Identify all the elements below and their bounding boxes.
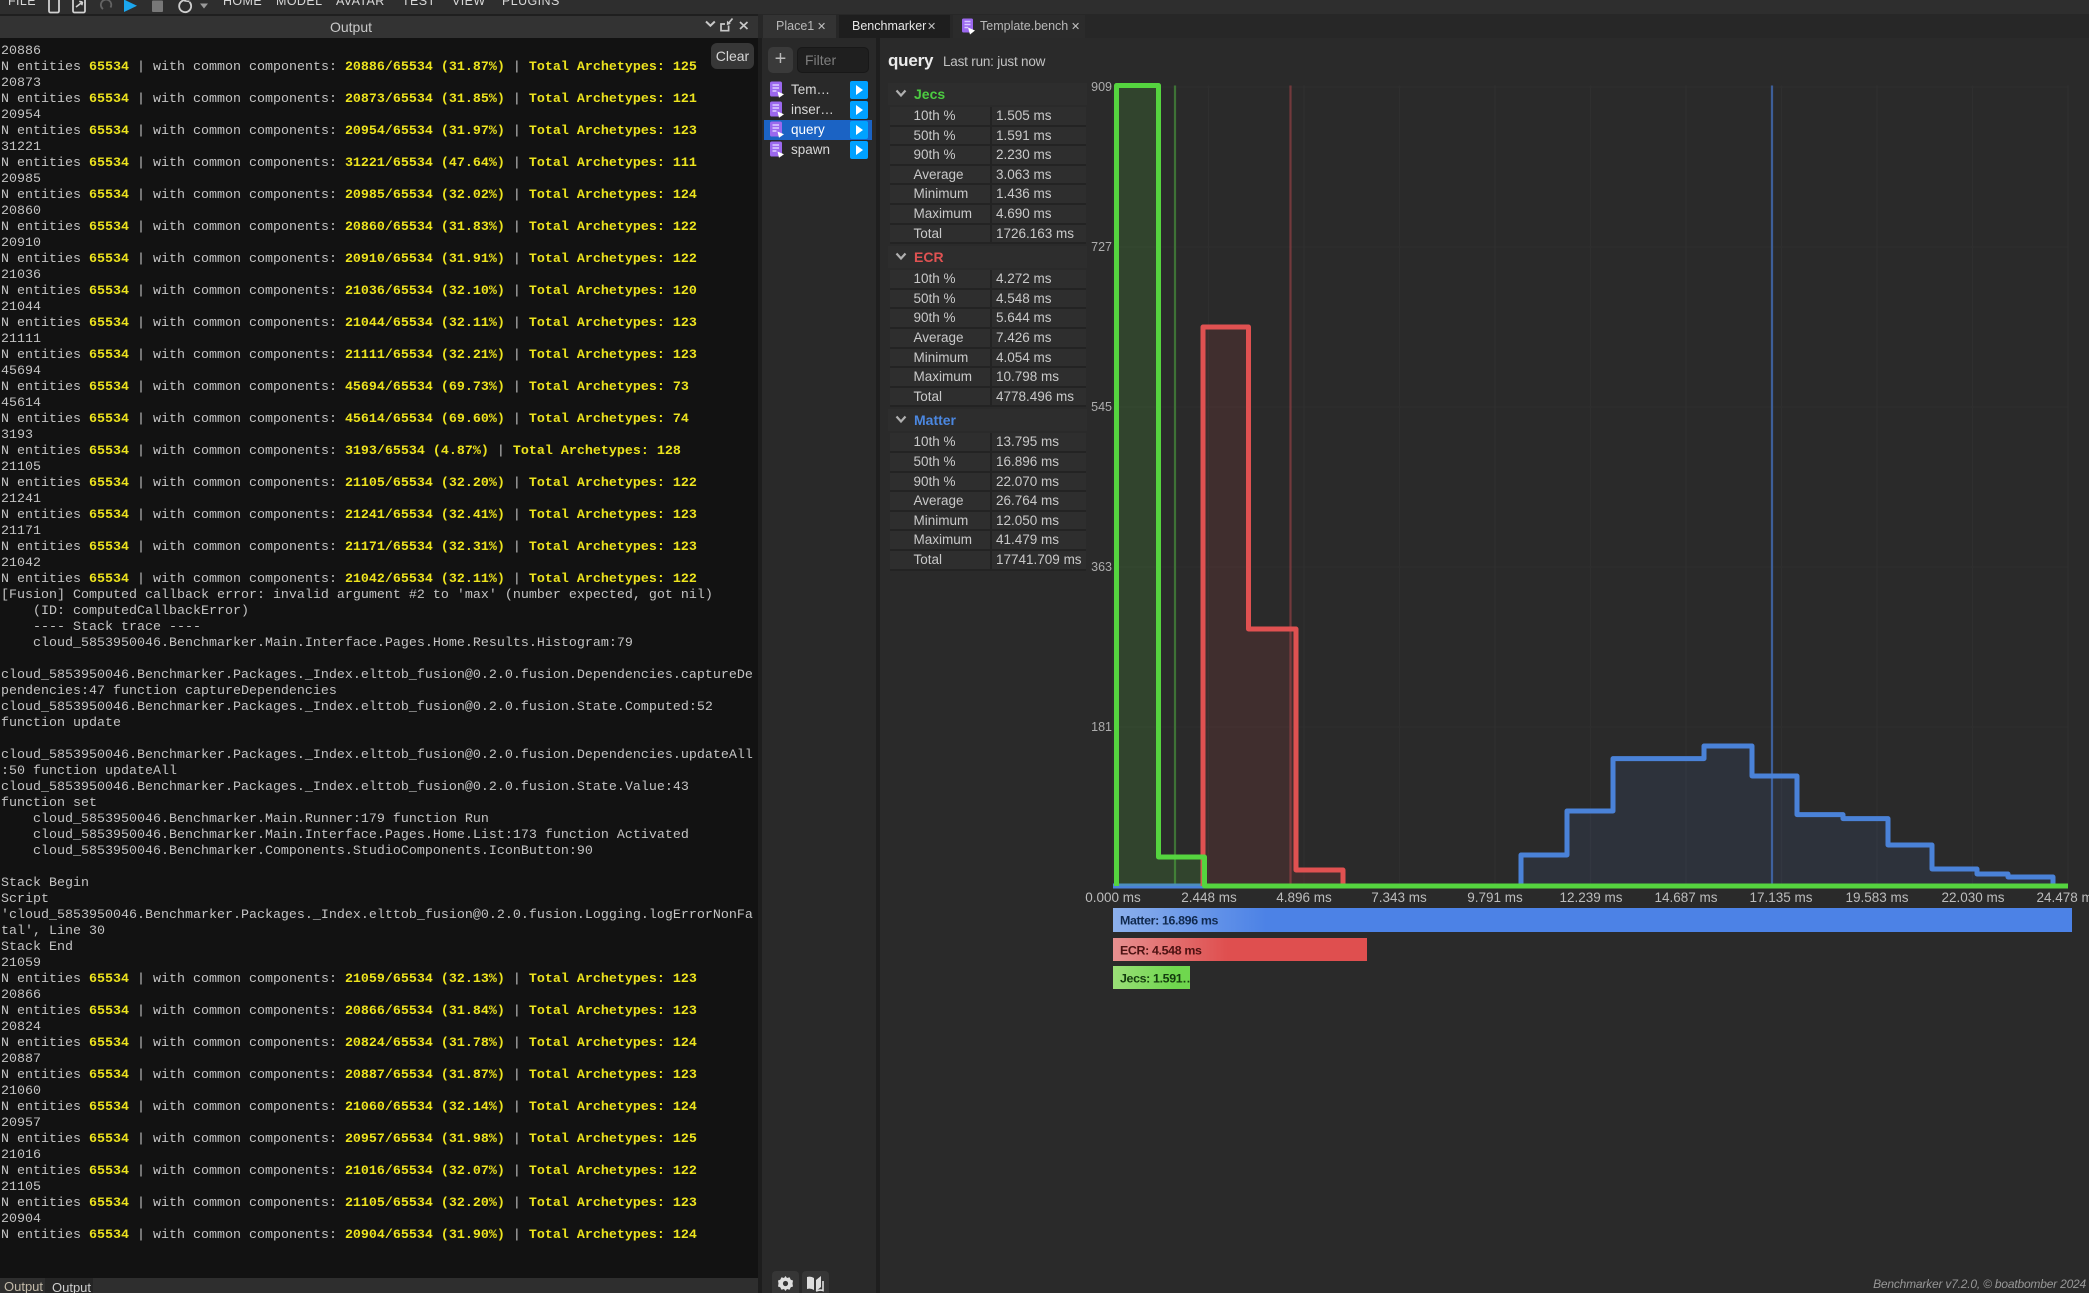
svg-text:Matter: 16.896 ms: Matter: 16.896 ms bbox=[1120, 914, 1219, 928]
svg-text:Jecs: 1.591…: Jecs: 1.591… bbox=[1120, 972, 1194, 986]
svg-text:ECR: 4.548 ms: ECR: 4.548 ms bbox=[1120, 944, 1202, 958]
